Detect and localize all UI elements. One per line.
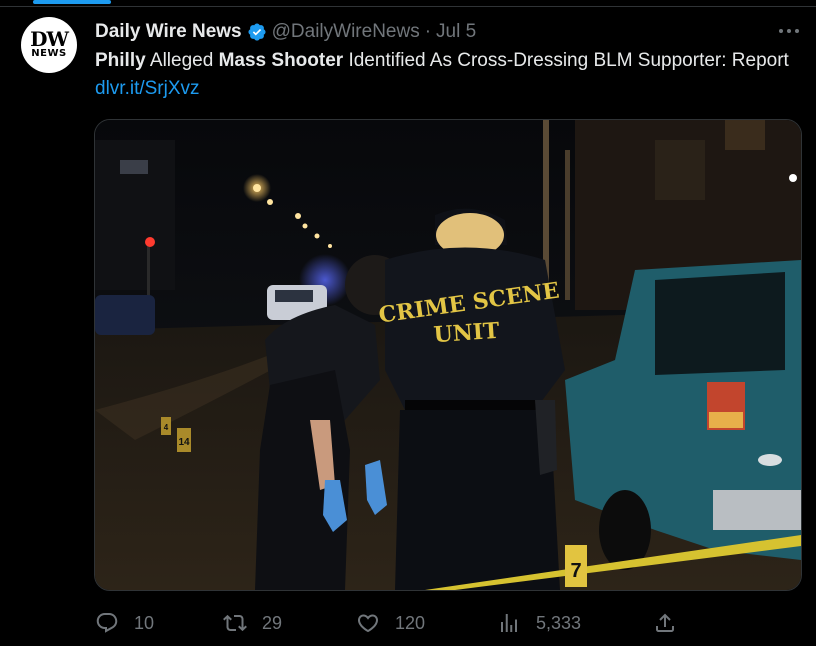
text-segment: Alleged [145, 50, 219, 71]
tweet-date[interactable]: Jul 5 [436, 21, 476, 43]
avatar-logo-subtext: NEWS [31, 48, 67, 59]
top-divider [0, 0, 816, 7]
active-tab-indicator [33, 0, 111, 4]
views-count: 5,333 [536, 612, 582, 633]
evidence-marker-14: 14 [178, 437, 190, 448]
text-bold-philly: Philly [95, 50, 146, 71]
evidence-marker-7: 7 [570, 560, 581, 582]
views-button[interactable]: 5,333 [496, 606, 581, 640]
views-icon [496, 610, 522, 636]
crime-scene-photo: CRIME SCENE UNIT 7 14 4 [95, 120, 801, 590]
text-segment: Identified As Cross-Dressing BLM Support… [343, 50, 789, 71]
more-icon[interactable] [776, 20, 802, 42]
verified-badge-icon[interactable] [247, 22, 267, 42]
tweet-header: Daily Wire News @DailyWireNews · Jul 5 [95, 19, 476, 45]
reply-button[interactable]: 10 [94, 606, 154, 640]
avatar-logo-text: DW [30, 27, 69, 51]
retweet-icon [222, 610, 248, 636]
separator-dot: · [424, 21, 432, 42]
tweet-actions-bar: 10 29 120 5,333 [94, 606, 802, 640]
avatar[interactable]: DW NEWS [21, 17, 77, 73]
share-icon [652, 610, 678, 636]
author-handle[interactable]: @DailyWireNews [272, 21, 420, 43]
retweet-button[interactable]: 29 [222, 606, 282, 640]
text-bold-mass-shooter: Mass Shooter [218, 50, 344, 71]
retweet-count: 29 [262, 612, 283, 633]
reply-count: 10 [134, 612, 155, 633]
evidence-marker-4: 4 [164, 423, 169, 432]
tweet-link[interactable]: dlvr.it/SrjXvz [95, 78, 200, 99]
tweet-text: Philly Alleged Mass Shooter Identified A… [95, 47, 807, 103]
reply-icon [94, 610, 120, 636]
like-button[interactable]: 120 [355, 606, 425, 640]
author-name[interactable]: Daily Wire News [95, 21, 242, 43]
vest-text-line2: UNIT [433, 318, 501, 349]
share-button[interactable] [652, 606, 692, 640]
tweet-media-photo[interactable]: CRIME SCENE UNIT 7 14 4 [94, 119, 802, 591]
like-count: 120 [395, 612, 426, 633]
heart-icon [355, 610, 381, 636]
